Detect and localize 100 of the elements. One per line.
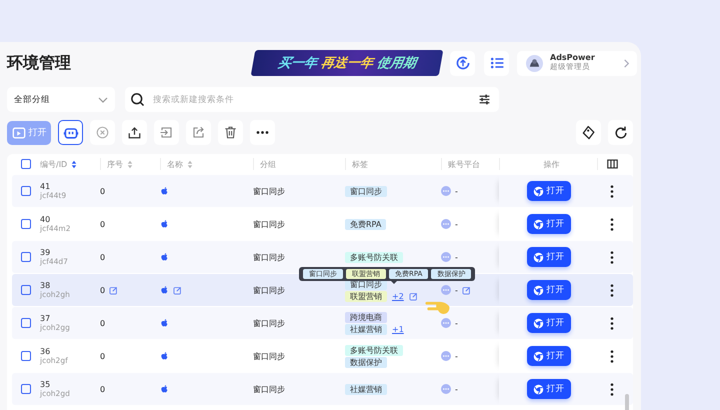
open-button[interactable]: 打开: [526, 346, 570, 366]
list-button[interactable]: [484, 50, 509, 76]
platform-icon: [441, 186, 451, 196]
kebab-menu-icon[interactable]: [610, 350, 614, 362]
profile-number: 41: [40, 182, 50, 191]
open-button[interactable]: 打开: [526, 379, 570, 399]
platform-icon: [441, 318, 451, 328]
column-header: 分组: [260, 158, 276, 170]
checkbox[interactable]: [21, 351, 31, 361]
apple-icon: [160, 284, 169, 296]
more-tags-link[interactable]: +2: [392, 292, 404, 300]
column-header[interactable]: 编号/ID: [40, 158, 68, 170]
upload-button[interactable]: [122, 120, 147, 145]
edit-icon[interactable]: [109, 286, 118, 294]
close-icon: [95, 125, 110, 140]
profile-number: 35: [40, 380, 50, 389]
share-button[interactable]: [186, 120, 211, 145]
checkbox[interactable]: [21, 384, 31, 394]
browser-icon: [532, 218, 544, 230]
column-header[interactable]: 名称: [167, 158, 183, 170]
tag: 数据保护: [345, 356, 387, 368]
order-number: 0: [100, 252, 106, 262]
delete-button[interactable]: [218, 120, 243, 145]
profile-number: 40: [40, 214, 50, 224]
kebab-menu-icon[interactable]: [610, 250, 614, 264]
sort-icon[interactable]: [71, 160, 78, 168]
apple-icon: [160, 318, 169, 328]
list-icon: [488, 55, 504, 71]
open-button[interactable]: 打开: [526, 247, 570, 267]
group-select[interactable]: 全部分组: [7, 87, 115, 112]
robot-button[interactable]: [58, 120, 83, 145]
column-header: 账号平台: [448, 158, 480, 170]
kebab-menu-icon[interactable]: [610, 284, 614, 296]
profile-number: 39: [40, 248, 50, 257]
order-number: 0: [100, 384, 106, 394]
tag: 联盟营销: [345, 290, 387, 302]
browser-icon: [532, 252, 544, 262]
browser-icon: [532, 318, 544, 328]
open-button[interactable]: 打开: [526, 313, 570, 333]
column-settings-icon[interactable]: [606, 159, 618, 169]
caret-icon: [98, 94, 108, 104]
kebab-menu-icon[interactable]: [610, 184, 614, 198]
edit-icon[interactable]: [462, 286, 471, 294]
order-number: 0: [100, 352, 106, 360]
scrollbar[interactable]: [625, 394, 629, 410]
profile-number: 37: [40, 314, 50, 323]
user-name: AdsPower: [550, 54, 596, 63]
filter-settings-icon[interactable]: [478, 93, 491, 106]
import-button[interactable]: [154, 120, 179, 145]
platform-name: -: [455, 252, 458, 262]
platform-icon: [441, 219, 451, 229]
checkbox[interactable]: [21, 186, 31, 196]
open-button[interactable]: 打开: [526, 214, 570, 234]
checkbox[interactable]: [21, 159, 31, 169]
edit-icon[interactable]: [408, 292, 418, 300]
tag: 窗口同步: [345, 186, 387, 196]
checkbox[interactable]: [21, 219, 31, 229]
tag: 社媒营销: [345, 384, 387, 394]
browser-icon: [532, 186, 544, 196]
browser-icon: [532, 284, 544, 296]
column-header: 标签: [352, 158, 368, 170]
column-header[interactable]: 序号: [107, 158, 123, 170]
platform-name: -: [455, 286, 458, 294]
more-tags-link[interactable]: +1: [392, 324, 404, 334]
apple-icon: [160, 350, 169, 362]
sync-button[interactable]: [450, 50, 475, 76]
platform-icon: [441, 351, 451, 361]
tag-button[interactable]: [576, 120, 601, 145]
more-button[interactable]: [250, 120, 275, 145]
checkbox[interactable]: [21, 285, 31, 295]
tag-icon: [580, 124, 596, 140]
refresh-icon: [612, 124, 628, 140]
page-title: 环境管理: [7, 52, 72, 74]
sync-icon: [454, 55, 470, 71]
column-header: 操作: [544, 158, 560, 170]
platform-name: -: [455, 352, 458, 360]
group-name: 窗口同步: [253, 384, 285, 394]
banner-text: 买一年: [276, 55, 319, 72]
group-name: 窗口同步: [253, 350, 285, 362]
kebab-menu-icon[interactable]: [610, 316, 614, 330]
group-name: 窗口同步: [253, 186, 285, 196]
promo-banner[interactable]: 买一年再送一年使用期: [250, 50, 444, 76]
open-button[interactable]: 打开: [526, 181, 570, 201]
checkbox[interactable]: [21, 318, 31, 328]
edit-icon[interactable]: [173, 286, 182, 294]
platform-name: -: [455, 220, 458, 228]
apple-icon: [160, 252, 169, 262]
search-bar[interactable]: 搜索或新建搜索条件: [125, 87, 499, 112]
checkbox[interactable]: [21, 252, 31, 262]
kebab-menu-icon[interactable]: [610, 218, 614, 230]
tag: 社媒营销: [345, 324, 387, 334]
browser-icon: [532, 350, 544, 362]
tag: 跨境电商: [345, 312, 387, 322]
kebab-menu-icon[interactable]: [610, 382, 614, 396]
tag: 免费RPA: [345, 218, 386, 230]
platform-icon: [441, 285, 451, 295]
refresh-button[interactable]: [608, 120, 633, 145]
open-button[interactable]: 打开: [526, 280, 570, 300]
search-field[interactable]: 搜索或新建搜索条件: [151, 94, 472, 106]
platform-name: -: [455, 384, 458, 394]
